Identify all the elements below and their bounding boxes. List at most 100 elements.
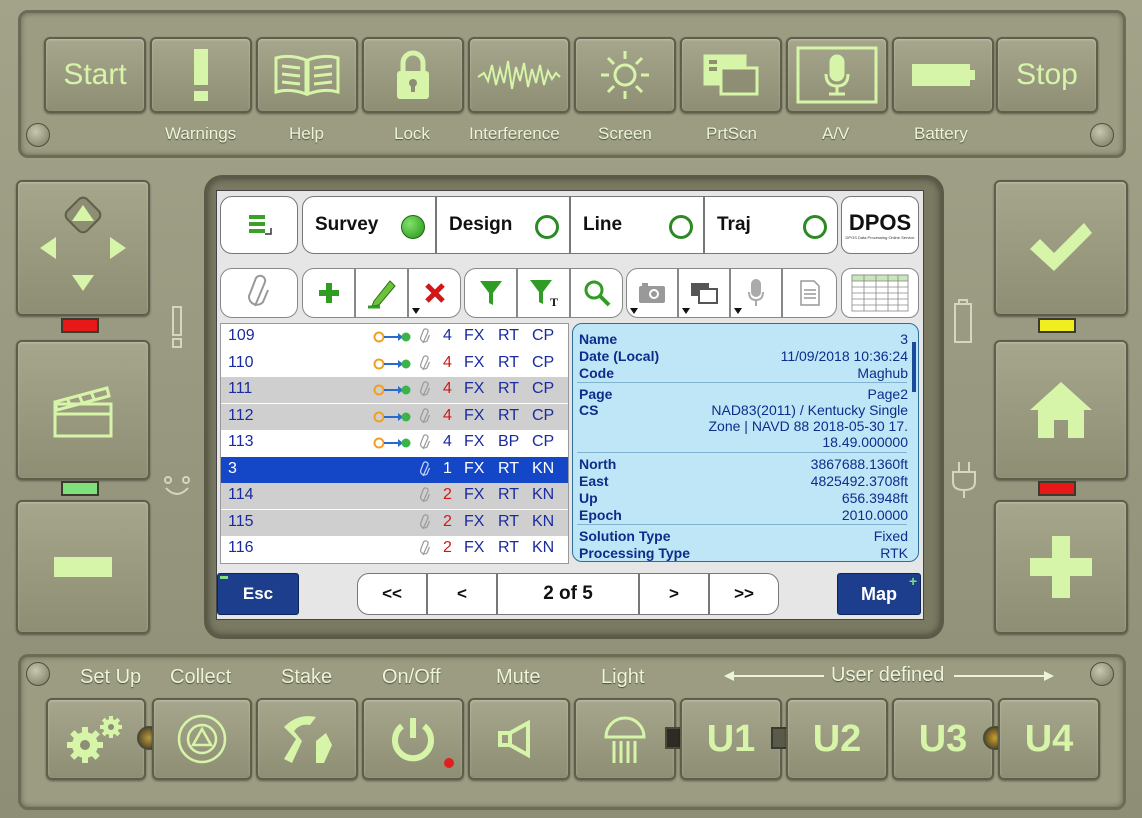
filter-button[interactable]: [464, 268, 517, 318]
clapperboard-button[interactable]: [16, 340, 150, 480]
next-page-button[interactable]: >: [639, 573, 709, 615]
help-button[interactable]: [256, 37, 358, 113]
power-icon: [392, 718, 434, 762]
point-status-3: CP: [532, 353, 555, 371]
details-scrollbar[interactable]: [912, 342, 916, 392]
list-item[interactable]: 111 4 FX RT CP: [221, 377, 568, 403]
battery-label: Battery: [914, 124, 968, 143]
collect-button[interactable]: [152, 698, 252, 780]
tab-survey[interactable]: Survey: [302, 196, 436, 254]
point-status-3: CP: [532, 380, 555, 397]
start-button[interactable]: Start: [44, 37, 146, 113]
design-status-icon: [535, 215, 559, 239]
power-led: [444, 758, 454, 768]
table-view-button[interactable]: [841, 268, 919, 318]
list-item[interactable]: 116 2 FX RT KN: [221, 536, 568, 562]
confirm-button[interactable]: [994, 180, 1128, 316]
dpos-button[interactable]: DPOS DPOS Data Processing Online Service: [841, 196, 919, 254]
home-icon: [1030, 382, 1092, 438]
point-count: 4: [443, 433, 452, 450]
point-status-2: RT: [498, 353, 520, 371]
detail-value: 3867688.1360ft: [810, 456, 908, 472]
track-arrow-icon: [373, 331, 411, 343]
av-button[interactable]: [786, 37, 888, 113]
status-led-red: [61, 318, 99, 333]
setup-button[interactable]: [46, 698, 146, 780]
battery-button[interactable]: [892, 37, 994, 113]
microphone-icon: [796, 46, 878, 104]
stop-button[interactable]: Stop: [996, 37, 1098, 113]
separator: [577, 382, 907, 383]
home-button[interactable]: [994, 340, 1128, 480]
point-count: 1: [443, 459, 452, 477]
list-item[interactable]: 3 1 FX RT KN: [221, 456, 568, 483]
list-item[interactable]: 114 2 FX RT KN: [221, 483, 568, 509]
microphone-icon: [748, 279, 764, 306]
detail-key: Date (Local): [579, 348, 660, 364]
mute-button[interactable]: [468, 698, 570, 780]
list-item[interactable]: 115 2 FX RT KN: [221, 509, 568, 536]
lock-button[interactable]: [362, 37, 464, 113]
point-count: 4: [443, 353, 452, 371]
point-status-1: FX: [464, 406, 485, 424]
camera-button[interactable]: [626, 268, 678, 318]
document-icon: [799, 280, 820, 306]
stake-button[interactable]: [256, 698, 358, 780]
dropdown-arrow-icon: [682, 308, 690, 314]
minus-button[interactable]: [16, 500, 150, 634]
first-page-button[interactable]: <<: [357, 573, 427, 615]
paperclip-icon: [247, 274, 269, 307]
help-label: Help: [289, 124, 324, 143]
status-led-green: [61, 481, 99, 496]
attach-button[interactable]: [220, 268, 298, 318]
esc-button[interactable]: Esc: [217, 573, 299, 615]
document-button[interactable]: [782, 268, 837, 318]
detail-value: 3: [900, 331, 908, 347]
tab-traj[interactable]: Traj: [704, 196, 838, 254]
menu-button[interactable]: [220, 196, 298, 254]
list-item[interactable]: 109 4 FX RT CP: [221, 324, 568, 350]
point-status-1: FX: [464, 433, 485, 450]
point-name: 111: [228, 380, 253, 397]
edit-button[interactable]: [355, 268, 408, 318]
list-item[interactable]: 112 4 FX RT CP: [221, 403, 568, 430]
add-button[interactable]: [302, 268, 355, 318]
esc-minus-icon: [220, 576, 228, 579]
u1-button[interactable]: U1: [680, 698, 782, 780]
screenshot-icon: [691, 283, 718, 304]
screenshot-button[interactable]: [678, 268, 730, 318]
list-item[interactable]: 113 4 FX BP CP: [221, 430, 568, 456]
point-status-1: FX: [464, 459, 485, 477]
detail-key: Code: [579, 365, 614, 381]
warnings-button[interactable]: [150, 37, 252, 113]
detail-key: North: [579, 456, 617, 472]
light-button[interactable]: [574, 698, 676, 780]
clapperboard-icon: [53, 386, 113, 438]
list-item[interactable]: 110 4 FX RT CP: [221, 350, 568, 377]
status-led-red-right: [1038, 481, 1076, 496]
detail-value: Zone | NAVD 88 2018-05-30 17.: [708, 418, 909, 434]
interference-button[interactable]: [468, 37, 570, 113]
prev-page-button[interactable]: <: [427, 573, 497, 615]
point-count: 4: [443, 406, 452, 424]
screen-button[interactable]: [574, 37, 676, 113]
plus-icon: [318, 283, 339, 303]
prtscn-button[interactable]: [680, 37, 782, 113]
delete-button[interactable]: [408, 268, 461, 318]
paperclip-icon: [419, 540, 431, 556]
point-count: 2: [443, 539, 452, 556]
dpad-button[interactable]: [16, 180, 150, 316]
search-button[interactable]: [570, 268, 623, 318]
tab-line[interactable]: Line: [570, 196, 704, 254]
plus-button[interactable]: [994, 500, 1128, 634]
u2-button[interactable]: U2: [786, 698, 888, 780]
filter-text-button[interactable]: T: [517, 268, 570, 318]
u3-button[interactable]: U3: [892, 698, 994, 780]
u4-button[interactable]: U4: [998, 698, 1100, 780]
plus-icon: [1030, 536, 1092, 598]
last-page-button[interactable]: >>: [709, 573, 779, 615]
microphone-button[interactable]: [730, 268, 782, 318]
point-status-2: RT: [498, 327, 520, 344]
tab-design[interactable]: Design: [436, 196, 570, 254]
point-list[interactable]: 109 4 FX RT CP 110 4 FX RT CP 111 4 FX RT CP 112 4 FX RT CP…: [220, 323, 569, 564]
